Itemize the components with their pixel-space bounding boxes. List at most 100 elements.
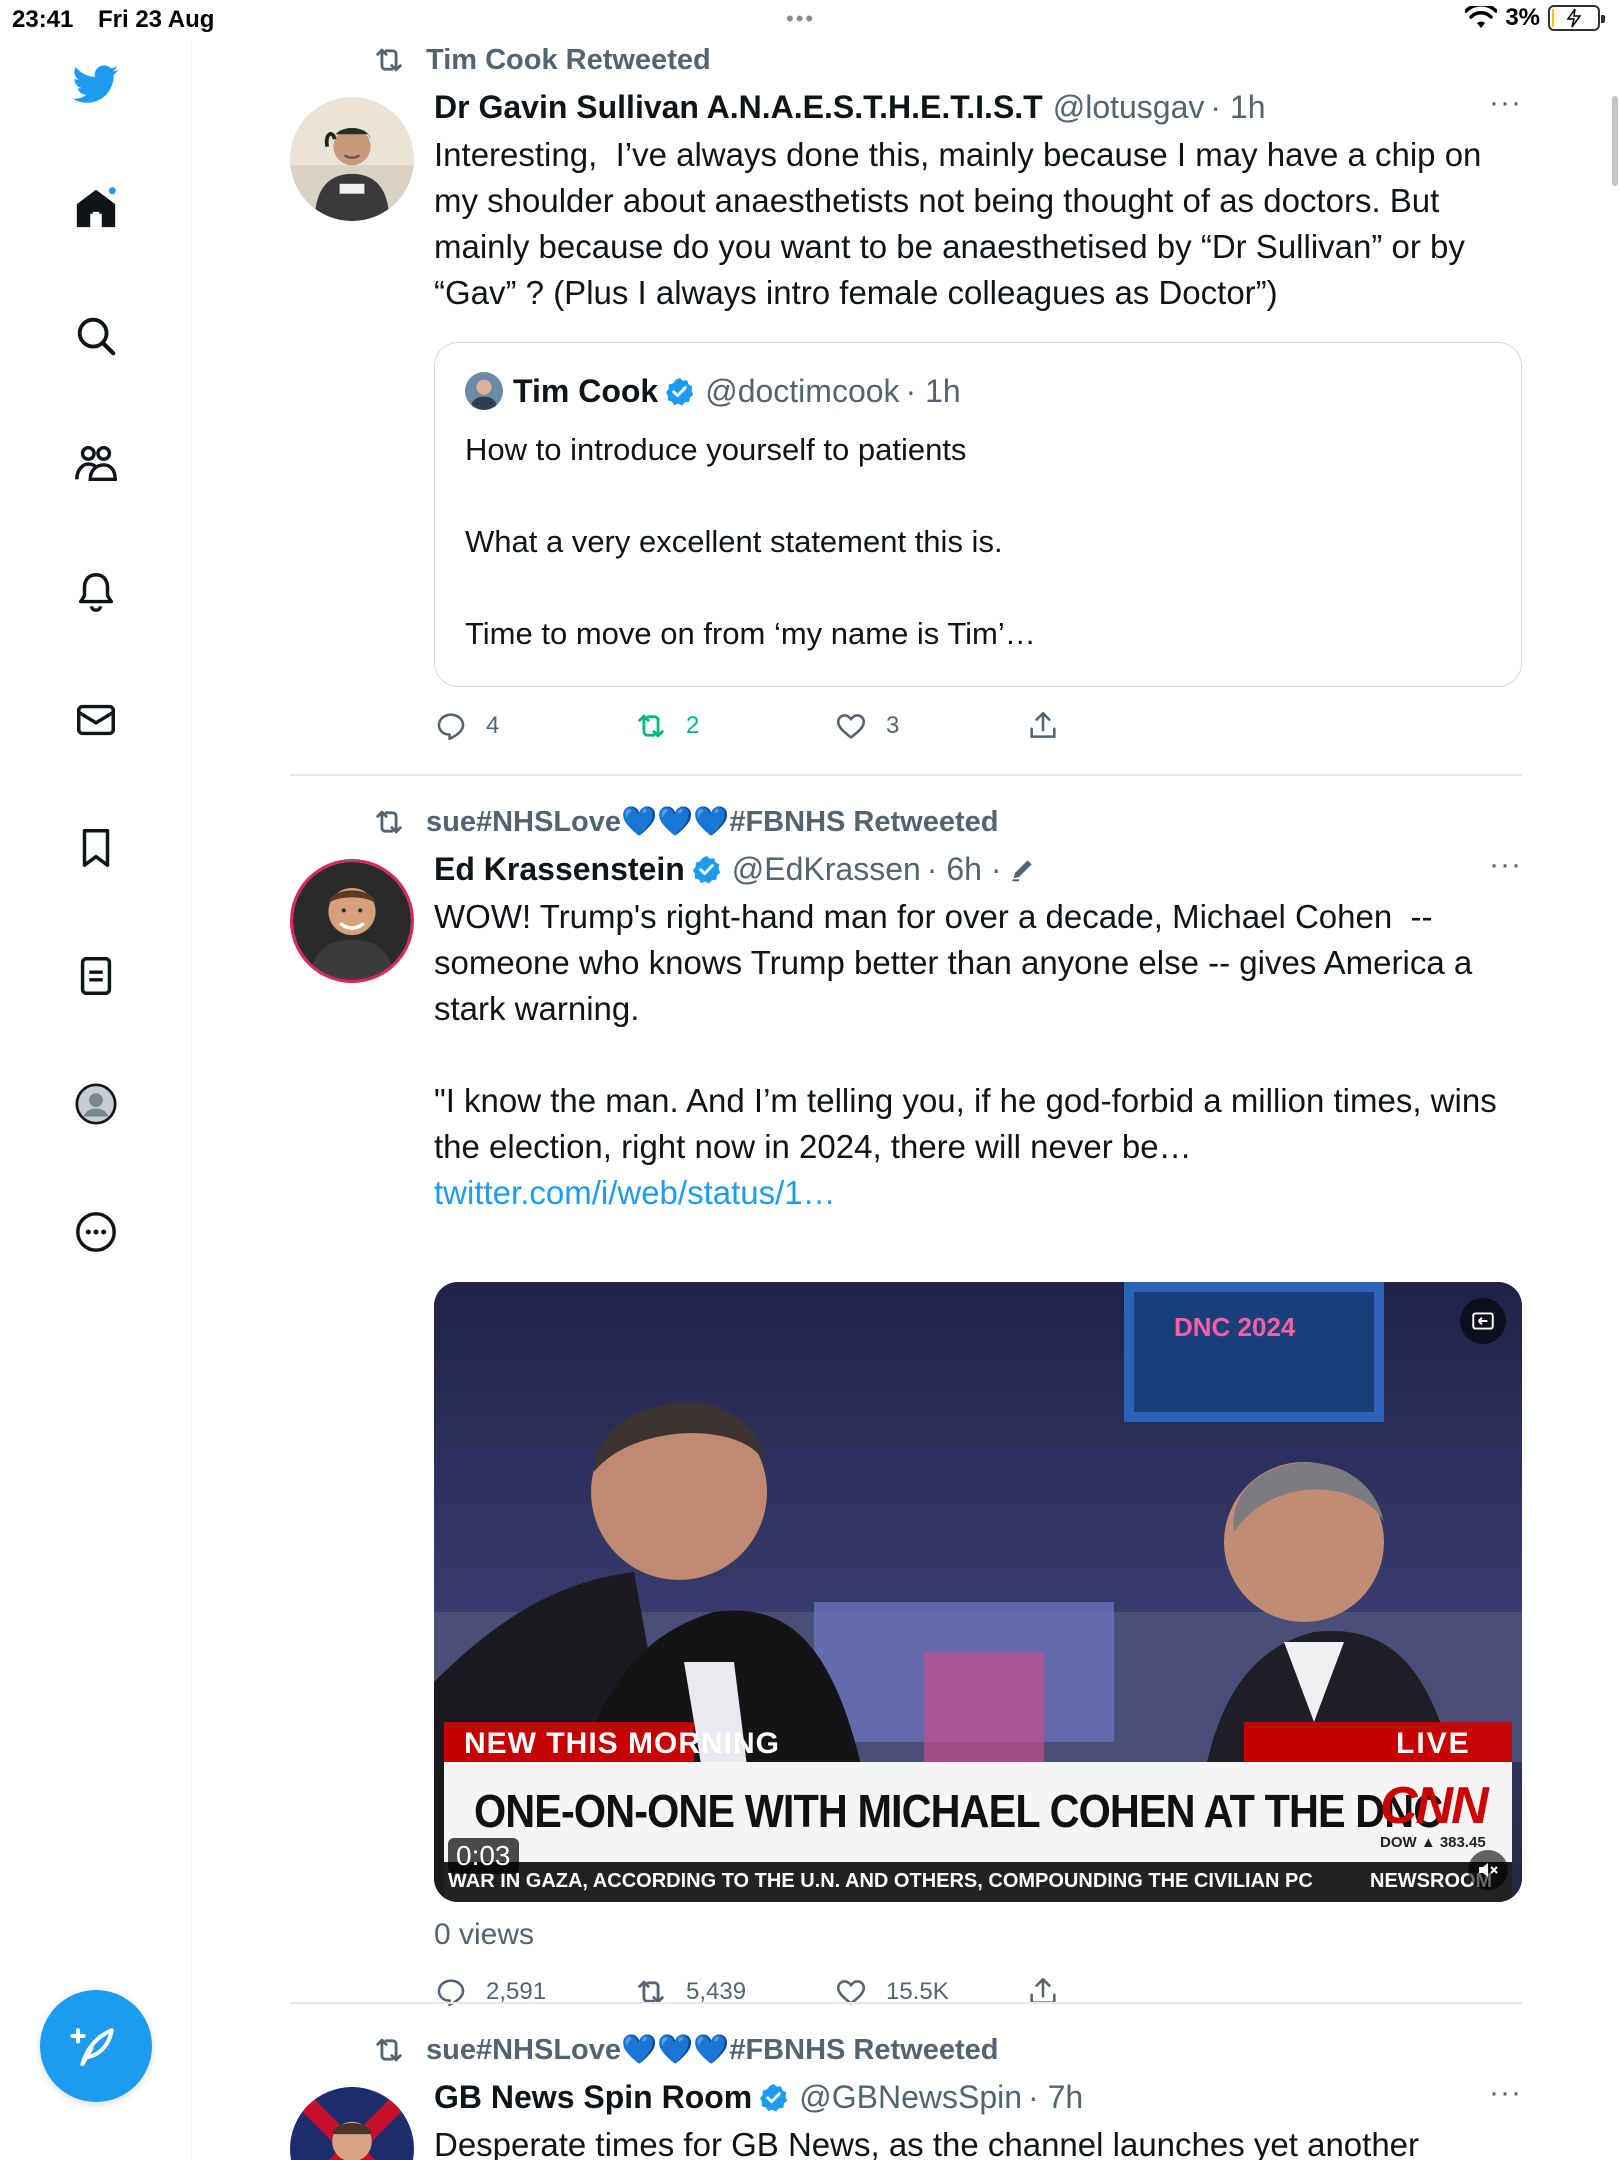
avatar-photo xyxy=(290,97,414,221)
retweeted-by-label: Tim Cook Retweeted xyxy=(426,43,711,76)
nav-search[interactable] xyxy=(56,296,136,376)
multitasking-dots-icon[interactable]: ••• xyxy=(786,6,815,32)
retweet-icon xyxy=(376,810,402,834)
battery-level-fill xyxy=(1552,9,1554,27)
more-options-icon[interactable]: ··· xyxy=(1489,848,1522,882)
status-time: 23:41 xyxy=(12,6,74,33)
cnn-logo: CNN xyxy=(1380,1777,1489,1835)
notifications-icon xyxy=(78,573,114,612)
tweet-divider xyxy=(290,2002,1522,2004)
nav-communities[interactable] xyxy=(56,424,136,504)
avatar[interactable] xyxy=(290,859,414,983)
tweet-link[interactable]: twitter.com/i/web/status/1… xyxy=(434,1174,836,1211)
avatar-photo xyxy=(293,862,411,980)
reply-button[interactable]: 4 xyxy=(434,706,499,746)
more-options-icon[interactable]: ··· xyxy=(1489,86,1522,120)
retweeted-by-label: sue#NHSLove💙💙💙#FBNHS Retweeted xyxy=(426,2034,999,2066)
like-button[interactable]: 3 xyxy=(834,706,899,746)
heart-icon xyxy=(836,714,866,739)
profile-icon xyxy=(75,1083,117,1125)
author-name[interactable]: GB News Spin Room xyxy=(434,2079,752,2116)
tweet-header: Ed Krassenstein @EdKrassen · 6h · xyxy=(434,848,1522,890)
nav-lists[interactable] xyxy=(56,936,136,1016)
nav-notifications[interactable] xyxy=(56,552,136,632)
author-name[interactable]: Ed Krassenstein xyxy=(434,851,685,888)
tweet-time[interactable]: · 1h xyxy=(1210,89,1265,126)
compose-tweet-button[interactable] xyxy=(40,1990,152,2102)
sidebar xyxy=(0,40,192,2160)
battery-percent: 3% xyxy=(1505,4,1540,31)
verified-badge-icon xyxy=(666,377,694,405)
share-button[interactable] xyxy=(1026,1972,1078,2012)
retweet-context[interactable]: sue#NHSLove💙💙💙#FBNHS Retweeted xyxy=(372,802,998,842)
video-duration: 0:03 xyxy=(448,1838,519,1874)
verified-badge-icon xyxy=(760,2083,788,2111)
like-button[interactable]: 15.5K xyxy=(834,1972,949,2012)
tweet-text: WOW! Trump's right-hand man for over a d… xyxy=(434,894,1522,1216)
heart-icon xyxy=(836,1980,866,2005)
edited-pencil-icon[interactable] xyxy=(1007,853,1039,885)
communities-icon xyxy=(75,445,117,482)
retweet-icon xyxy=(638,1980,664,2004)
avatar[interactable] xyxy=(290,97,414,221)
tweet-header: Dr Gavin Sullivan A.N.A.E.S.T.H.E.T.I.S.… xyxy=(434,86,1522,128)
nav-bookmarks[interactable] xyxy=(56,808,136,888)
mute-button[interactable] xyxy=(1468,1850,1508,1890)
verified-badge-icon xyxy=(692,855,720,883)
like-count: 3 xyxy=(886,712,900,739)
muted-speaker-icon xyxy=(1479,1863,1498,1877)
search-icon xyxy=(77,317,116,356)
views-count: 0 views xyxy=(434,1918,535,1951)
quoted-tweet-time: · 1h xyxy=(905,372,961,409)
tweet-body: GB News Spin Room @GBNewsSpin · 7h ··· D… xyxy=(434,2076,1522,2160)
quoted-tweet[interactable]: Tim Cook @doctimcook · 1h How to introdu… xyxy=(434,342,1522,687)
home-timeline[interactable]: Tim Cook Retweeted Dr Gavin Sullivan A.N… xyxy=(192,40,1620,2160)
nav-home[interactable] xyxy=(56,168,136,248)
tweet-time[interactable]: · 6h · xyxy=(927,851,1002,888)
retweet-icon xyxy=(638,714,664,738)
nav-more[interactable] xyxy=(56,1192,136,1272)
reply-count: 4 xyxy=(486,712,500,739)
tweet-time[interactable]: · 7h xyxy=(1028,2079,1083,2116)
battery-icon xyxy=(1548,5,1605,31)
quoted-author-name: Tim Cook xyxy=(513,372,659,409)
twitter-logo-button[interactable] xyxy=(56,44,136,124)
share-button[interactable] xyxy=(1026,706,1078,746)
video-headline: ONE-ON-ONE WITH MICHAEL COHEN AT THE DNC xyxy=(474,1785,1443,1837)
retweet-count: 2 xyxy=(686,712,700,739)
tweet-divider xyxy=(290,774,1522,776)
author-handle[interactable]: @lotusgav xyxy=(1053,89,1205,126)
retweeted-by-label: sue#NHSLove💙💙💙#FBNHS Retweeted xyxy=(426,806,999,838)
retweet-button[interactable]: 2 xyxy=(634,706,699,746)
bookmarks-icon xyxy=(82,829,110,867)
lists-icon xyxy=(80,957,112,995)
more-options-icon[interactable]: ··· xyxy=(1489,2076,1522,2110)
author-handle[interactable]: @EdKrassen xyxy=(732,851,921,888)
compose-feather-icon xyxy=(70,2028,114,2067)
nav-messages[interactable] xyxy=(56,680,136,760)
twitter-bird-icon xyxy=(73,65,119,103)
retweet-button[interactable]: 5,439 xyxy=(634,1972,746,2012)
video-settings-button[interactable] xyxy=(1460,1298,1506,1344)
author-handle[interactable]: @GBNewsSpin xyxy=(799,2079,1022,2116)
banner-new-this-morning: NEW THIS MORNING xyxy=(464,1727,780,1760)
scrollbar[interactable] xyxy=(1612,96,1618,186)
quoted-author-handle: @doctimcook xyxy=(705,372,900,409)
tweet-header: GB News Spin Room @GBNewsSpin · 7h xyxy=(434,2076,1522,2118)
retweet-context[interactable]: Tim Cook Retweeted xyxy=(372,40,711,80)
wifi-icon xyxy=(1465,6,1498,28)
home-icon xyxy=(76,187,116,228)
retweet-context[interactable]: sue#NHSLove💙💙💙#FBNHS Retweeted xyxy=(372,2030,998,2070)
tweet-actions: 4 2 3 xyxy=(434,706,1134,746)
status-bar: 23:41 Fri 23 Aug ••• 3% xyxy=(0,0,1620,40)
reply-button[interactable]: 2,591 xyxy=(434,1972,546,2012)
avatar[interactable] xyxy=(290,2087,414,2160)
nav-profile[interactable] xyxy=(56,1064,136,1144)
retweet-icon xyxy=(376,2038,402,2062)
video-player[interactable]: DNC 2024 NEW THIS MORNING LIVE ONE-ON-ON… xyxy=(434,1282,1522,1902)
author-name[interactable]: Dr Gavin Sullivan A.N.A.E.S.T.H.E.T.I.S.… xyxy=(434,89,1043,126)
notification-dot xyxy=(108,187,116,195)
banner-live: LIVE xyxy=(1396,1727,1471,1760)
share-icon xyxy=(1030,1977,1056,2004)
tweet-body: Dr Gavin Sullivan A.N.A.E.S.T.H.E.T.I.S.… xyxy=(434,86,1522,316)
